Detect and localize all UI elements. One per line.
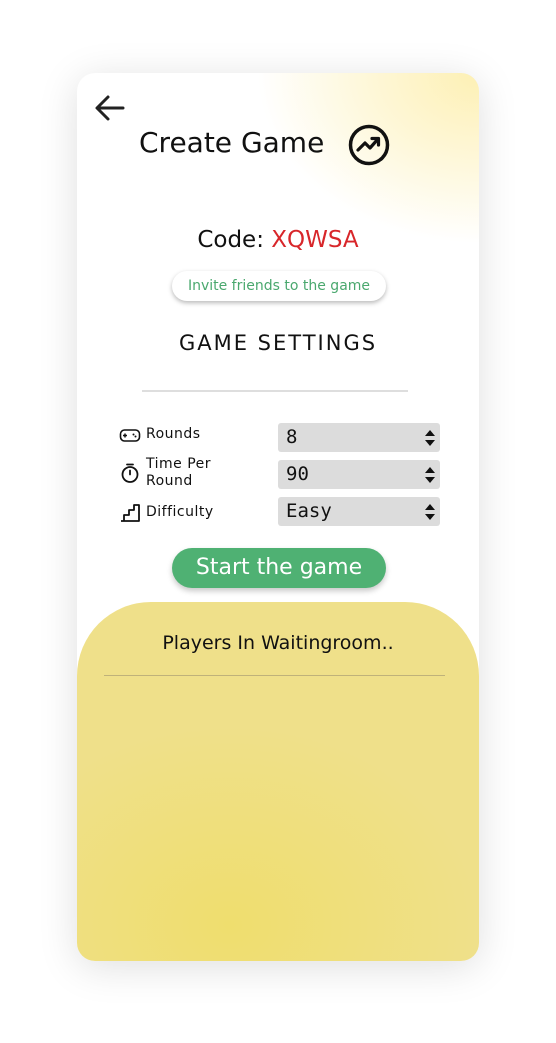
select-arrows-icon [425, 467, 435, 483]
rounds-value: 8 [286, 426, 298, 448]
back-button[interactable] [93, 93, 127, 123]
time-per-round-value: 90 [286, 463, 309, 485]
time-per-round-select[interactable]: 90 [278, 460, 440, 489]
difficulty-value: Easy [286, 500, 332, 522]
gamepad-icon [119, 429, 141, 442]
stairs-icon [121, 504, 140, 522]
divider [142, 390, 408, 392]
select-arrows-icon [425, 430, 435, 446]
stopwatch-icon [121, 463, 139, 483]
time-per-round-label-line1: Time Per [146, 456, 212, 472]
create-game-card: Create Game Code: XQWSA Invite friends t… [77, 73, 479, 961]
difficulty-select[interactable]: Easy [278, 497, 440, 526]
divider [104, 675, 445, 676]
code-value: XQWSA [271, 227, 359, 253]
time-per-round-label-line2: Round [146, 473, 193, 489]
trending-up-circle-icon [348, 124, 390, 166]
arrow-left-icon [95, 95, 125, 121]
invite-friends-button[interactable]: Invite friends to the game [172, 271, 386, 301]
waiting-room-panel: Players In Waitingroom.. [77, 602, 479, 961]
page-title: Create Game [139, 126, 325, 159]
rounds-label: Rounds [146, 426, 201, 442]
time-per-round-label: Time Per Round [146, 456, 211, 490]
difficulty-label: Difficulty [146, 504, 214, 520]
game-code: Code: XQWSA [77, 225, 479, 255]
start-game-button[interactable]: Start the game [172, 548, 386, 588]
select-arrows-icon [425, 504, 435, 520]
rounds-select[interactable]: 8 [278, 423, 440, 452]
header: Create Game [139, 123, 399, 167]
code-label: Code: [197, 227, 264, 253]
waiting-room-title: Players In Waitingroom.. [162, 632, 394, 654]
settings-title: GAME SETTINGS [178, 331, 378, 355]
